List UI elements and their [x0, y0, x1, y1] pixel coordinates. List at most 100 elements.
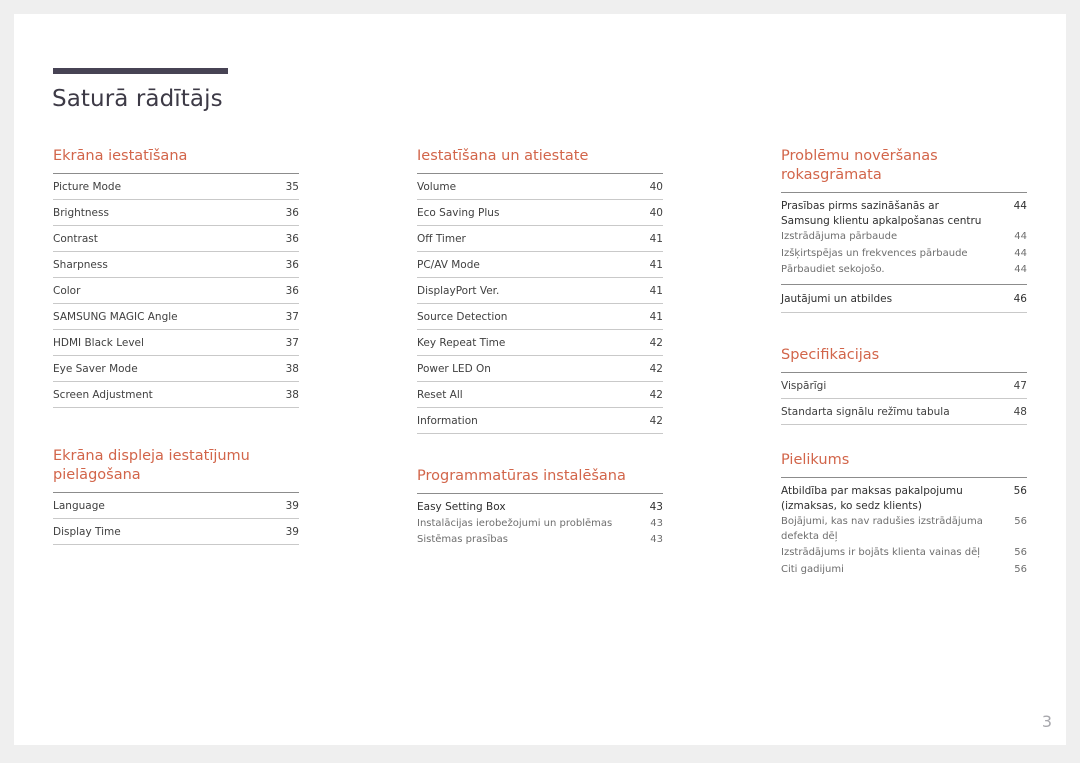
toc-section-ekrana-displeja: Ekrāna displeja iestatījumu pielāgošana … [53, 447, 299, 545]
toc-subentry-label: Sistēmas prasības [417, 534, 508, 545]
toc-entry-page: 40 [649, 207, 663, 219]
toc-entry-page: 41 [649, 259, 663, 271]
toc-subentry[interactable]: Izstrādājuma pārbaude 44 [781, 229, 1027, 246]
toc-entry-label: Volume [417, 181, 457, 193]
toc-subentry[interactable]: Izstrādājums ir bojāts klienta vainas dē… [781, 545, 1027, 562]
toc-entry-page: 35 [285, 181, 299, 193]
section-rows: Picture Mode 35 Brightness 36 Contrast 3… [53, 173, 299, 408]
toc-entry-page: 42 [649, 337, 663, 349]
toc-subentry-page: 44 [1014, 264, 1027, 275]
toc-entry-label: SAMSUNG MAGIC Angle [53, 311, 178, 323]
toc-entry-label: Key Repeat Time [417, 337, 506, 349]
toc-entry[interactable]: HDMI Black Level 37 [53, 330, 299, 356]
toc-entry-label: Language [53, 500, 105, 512]
toc-entry[interactable]: Volume 40 [417, 174, 663, 200]
toc-entry-inner: Jautājumi un atbildes 46 [781, 291, 1027, 308]
toc-subentry-label: Izstrādājums ir bojāts klienta vainas dē… [781, 547, 981, 558]
toc-subentry-page: 43 [650, 517, 663, 529]
toc-entry[interactable]: Off Timer 41 [417, 226, 663, 252]
toc-subentry[interactable]: Citi gadijumi 56 [781, 562, 1027, 579]
toc-entry[interactable]: Eco Saving Plus 40 [417, 200, 663, 226]
toc-entry[interactable]: Source Detection 41 [417, 304, 663, 330]
toc-entry[interactable]: Prasības pirms sazināšanās ar Samsung kl… [781, 198, 1027, 229]
toc-column-1: Ekrāna iestatīšana Picture Mode 35 Brigh… [53, 147, 299, 583]
toc-subentry[interactable]: Sistēmas prasības 43 [417, 532, 663, 549]
toc-entry-page: 41 [649, 311, 663, 323]
toc-entry[interactable]: Display Time 39 [53, 519, 299, 545]
toc-entry[interactable]: Easy Setting Box 43 [417, 499, 663, 516]
toc-entry-page: 43 [649, 501, 663, 513]
toc-entry-label: Eco Saving Plus [417, 207, 500, 219]
toc-column-3: Problēmu novēršanas rokasgrāmata Prasība… [781, 147, 1027, 583]
toc-entry[interactable]: Power LED On 42 [417, 356, 663, 382]
document-page: Saturā rādītājs Ekrāna iestatīšana Pictu… [14, 14, 1066, 745]
toc-subentry[interactable]: Izšķirtspējas un frekvences pārbaude 44 [781, 246, 1027, 263]
toc-entry-label: Eye Saver Mode [53, 363, 138, 375]
toc-entry-group: Prasības pirms sazināšanās ar Samsung kl… [781, 193, 1027, 285]
toc-subentry-page: 56 [1014, 516, 1027, 527]
toc-entry-page: 44 [1013, 200, 1027, 212]
toc-entry[interactable]: Vispārīgi 47 [781, 373, 1027, 399]
section-rows: Prasības pirms sazināšanās ar Samsung kl… [781, 192, 1027, 313]
toc-entry[interactable]: Key Repeat Time 42 [417, 330, 663, 356]
section-heading: Programmatūras instalēšana [417, 468, 626, 484]
toc-subentry[interactable]: Pārbaudiet sekojošo. 44 [781, 262, 1027, 279]
toc-section-programmaturas-instalesana: Programmatūras instalēšana Easy Setting … [417, 467, 663, 554]
toc-subentry-label: Instalācijas ierobežojumi un problēmas [417, 517, 613, 529]
toc-entry-page: 47 [1013, 380, 1027, 392]
toc-entry-page: 40 [649, 181, 663, 193]
toc-column-2: Iestatīšana un atiestate Volume 40 Eco S… [417, 147, 663, 583]
toc-entry-label: Color [53, 285, 81, 297]
toc-entry-page: 36 [285, 207, 299, 219]
toc-subentry-page: 56 [1014, 563, 1027, 575]
toc-entry-group: Easy Setting Box 43 Instalācijas ierobež… [417, 494, 663, 554]
page-number: 3 [1041, 712, 1052, 731]
toc-entry[interactable]: Brightness 36 [53, 200, 299, 226]
toc-entry[interactable]: Screen Adjustment 38 [53, 382, 299, 408]
section-rows: Language 39 Display Time 39 [53, 492, 299, 545]
toc-entry-page: 56 [1013, 485, 1027, 497]
toc-entry[interactable]: Jautājumi un atbildes 46 [781, 285, 1027, 313]
toc-subentry-page: 43 [650, 534, 663, 545]
section-heading: Ekrāna displeja iestatījumu pielāgošana [53, 448, 250, 483]
toc-subentry[interactable]: Instalācijas ierobežojumi un problēmas 4… [417, 516, 663, 533]
toc-entry-page: 42 [649, 363, 663, 375]
toc-entry[interactable]: Eye Saver Mode 38 [53, 356, 299, 382]
toc-entry[interactable]: Color 36 [53, 278, 299, 304]
toc-entry-label: Reset All [417, 389, 463, 401]
toc-entry[interactable]: SAMSUNG MAGIC Angle 37 [53, 304, 299, 330]
toc-entry-label: Screen Adjustment [53, 389, 153, 401]
toc-entry[interactable]: PC/AV Mode 41 [417, 252, 663, 278]
toc-entry-page: 36 [285, 285, 299, 297]
toc-entry-label: Off Timer [417, 233, 466, 245]
page-title: Saturā rādītājs [52, 86, 223, 112]
toc-entry-label: Sharpness [53, 259, 108, 271]
toc-entry[interactable]: Language 39 [53, 493, 299, 519]
toc-entry[interactable]: Atbildība par maksas pakalpojumu (izmaks… [781, 483, 1027, 514]
toc-entry-page: 36 [285, 233, 299, 245]
toc-entry[interactable]: Reset All 42 [417, 382, 663, 408]
toc-entry[interactable]: Sharpness 36 [53, 252, 299, 278]
toc-subentry[interactable]: Bojājumi, kas nav radušies izstrādājuma … [781, 514, 1027, 545]
toc-entry[interactable]: Contrast 36 [53, 226, 299, 252]
toc-section-specifikacijas: Specifikācijas Vispārīgi 47 Standarta si… [781, 346, 1027, 425]
toc-entry-page: 36 [285, 259, 299, 271]
toc-entry-page: 41 [649, 285, 663, 297]
toc-entry[interactable]: DisplayPort Ver. 41 [417, 278, 663, 304]
toc-entry-label: Easy Setting Box [417, 501, 506, 513]
title-rule [53, 68, 228, 74]
toc-entry-page: 38 [285, 389, 299, 401]
toc-entry-page: 37 [285, 311, 299, 323]
toc-entry-group: Atbildība par maksas pakalpojumu (izmaks… [781, 478, 1027, 583]
toc-entry-label: Display Time [53, 526, 121, 538]
toc-entry-label: PC/AV Mode [417, 259, 480, 271]
toc-entry[interactable]: Picture Mode 35 [53, 174, 299, 200]
toc-subentry-label: Izšķirtspējas un frekvences pārbaude [781, 247, 968, 259]
toc-subentry-label: Pārbaudiet sekojošo. [781, 264, 885, 275]
toc-entry-label: Power LED On [417, 363, 491, 375]
toc-columns: Ekrāna iestatīšana Picture Mode 35 Brigh… [14, 147, 1066, 583]
toc-entry[interactable]: Information 42 [417, 408, 663, 434]
toc-entry[interactable]: Standarta signālu režīmu tabula 48 [781, 399, 1027, 425]
